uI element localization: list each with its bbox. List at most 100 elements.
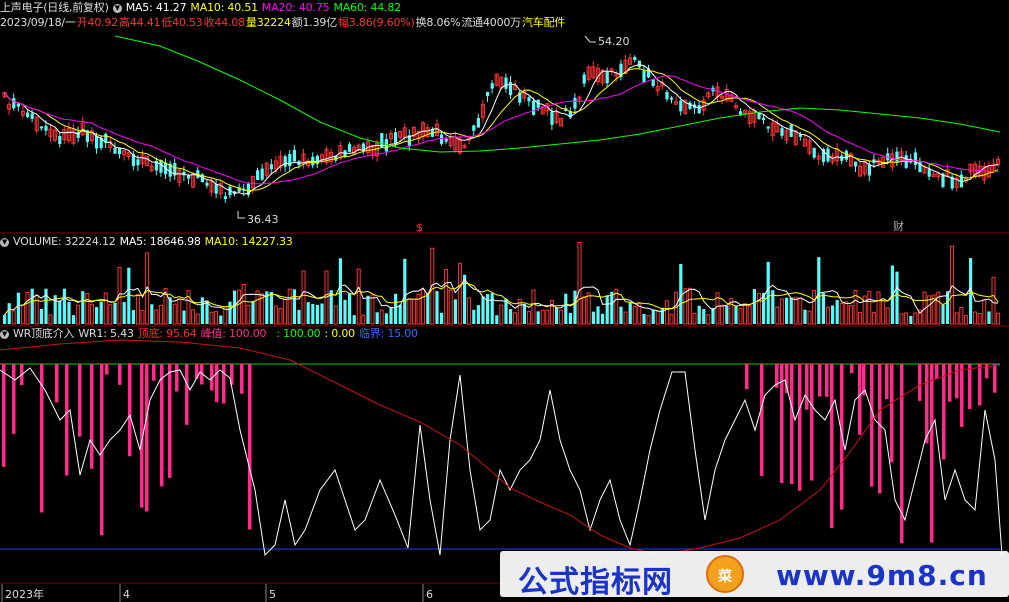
volume-bar-up — [825, 306, 830, 325]
volume-bar-up — [255, 290, 260, 325]
candle-body-down — [12, 98, 16, 109]
wr-signal-bar — [935, 364, 939, 379]
wr-signal-bar — [925, 364, 929, 444]
volume-bar-up — [361, 314, 366, 325]
volume-bar-up — [793, 296, 798, 325]
watermark-logo-icon: 菜 — [706, 555, 744, 593]
ma20-label: MA20: 40.75 — [261, 1, 330, 14]
wr-signal-bar — [810, 364, 814, 481]
volume-bar-up — [540, 309, 545, 325]
volume-bar-up — [706, 314, 711, 325]
x-axis-label: 6 — [426, 588, 433, 601]
volume-bar-up — [655, 311, 660, 325]
wr-signal-bar — [825, 364, 829, 397]
volume-bar-up — [996, 312, 1001, 325]
volume-bar-up — [467, 297, 472, 325]
critical-label: 临界: 15.00 — [358, 327, 418, 340]
volume-bar-up — [241, 283, 246, 325]
candle-body-down — [256, 170, 260, 181]
candle-body-down — [205, 182, 209, 186]
peak-label: 峰值: 100.00 — [200, 327, 267, 340]
volume-bar-down — [679, 263, 683, 324]
volume-bar-up — [867, 290, 872, 325]
volume-bar-down — [435, 291, 439, 324]
quote-turnover: 换8.06% — [415, 16, 461, 29]
volume-header: ▼ VOLUME: 32224.12 MA5: 18646.98 MA10: 1422… — [0, 235, 297, 249]
wr-header: ▼ WR顶底介入 WR1: 5.43 顶底: 95.64 峰值: 100.00: 100… — [0, 327, 422, 341]
x-axis-label: 5 — [269, 588, 276, 601]
wr-title: WR顶底介入 — [13, 327, 75, 340]
volume-bar-down — [426, 292, 430, 324]
volume-bar-up — [273, 305, 278, 325]
wr-signal-bar — [2, 364, 6, 467]
volume-bar-down — [315, 304, 319, 324]
volume-bar-up — [775, 306, 780, 325]
candle-body-down — [670, 97, 674, 100]
wr-signal-bar — [790, 364, 794, 485]
stock-chart[interactable]: 2023年 4 5 6 54.20 36.43 $ 财 — [0, 0, 1009, 602]
volume-bar-up — [370, 294, 375, 325]
volume-bar-down — [573, 290, 577, 324]
volume-bar-down — [734, 306, 738, 324]
candle-body-down — [95, 135, 99, 149]
volume-bar-down — [99, 302, 103, 324]
volume-bar-down — [343, 299, 347, 324]
wr-signal-bar — [12, 364, 16, 434]
volume-bar-down — [803, 309, 807, 324]
volume-bar-down — [297, 309, 301, 324]
volume-bar-down — [785, 297, 789, 324]
volume-bar-up — [812, 289, 817, 325]
volume-bar-up — [738, 307, 743, 325]
volume-bar-down — [62, 288, 66, 324]
volume-bar-up — [577, 241, 582, 325]
wr-signal-bar — [885, 364, 889, 400]
collapse-icon[interactable]: ▼ — [0, 329, 9, 339]
wr-signal-bar — [955, 364, 959, 399]
volume-bar-up — [191, 309, 196, 325]
volume-bar-down — [490, 293, 494, 324]
volume-bar-down — [601, 313, 605, 324]
volume-bar-up — [333, 305, 338, 325]
v0-label: : 0.00 — [324, 327, 355, 340]
volume-bar-up — [209, 311, 214, 325]
volume-bar-up — [356, 268, 361, 325]
candle-body-down — [582, 74, 586, 84]
volume-bar-up — [177, 298, 182, 325]
wr-signal-bar — [118, 364, 122, 385]
candle-body-down — [394, 132, 398, 144]
volume-bar-down — [403, 258, 407, 324]
wr-signal-bar — [978, 364, 982, 406]
candle-body-down — [260, 168, 264, 180]
marker-cai: 财 — [893, 219, 904, 233]
wr-signal-bar — [830, 364, 834, 529]
low-label-leader — [237, 211, 245, 219]
volume-bar-down — [131, 310, 135, 324]
quote-sector: 汽车配件 — [521, 16, 566, 29]
volume-bar-down — [306, 302, 310, 324]
candle-body-down — [895, 151, 899, 162]
candle-body-down — [927, 169, 931, 177]
volume-bar-down — [509, 309, 513, 324]
collapse-icon[interactable]: ▼ — [112, 3, 122, 13]
volume-bar-up — [977, 313, 982, 325]
volume-pane — [3, 241, 1001, 325]
volume-bar-up — [85, 293, 90, 325]
wr-signal-bar — [918, 364, 922, 401]
x-axis-label: 2023年 — [5, 587, 44, 601]
candle-body-down — [573, 97, 577, 109]
volume-bar-down — [522, 304, 526, 324]
volume-bar-up — [582, 296, 587, 325]
volume-bar-up — [614, 288, 619, 325]
wr-signal-bar — [745, 364, 749, 390]
volume-bar-up — [848, 305, 853, 325]
volume-bar-up — [747, 305, 752, 325]
volume-bar-down — [384, 313, 388, 324]
volume-bar-up — [172, 303, 177, 325]
wr-signal-bar — [55, 364, 59, 403]
ma5-label: MA5: 41.27 — [125, 1, 187, 14]
volume-bar-down — [251, 300, 255, 324]
volume-bar-down — [628, 302, 632, 324]
ma60-line — [114, 35, 1001, 153]
volume-bar-up — [89, 303, 94, 325]
collapse-icon[interactable]: ▼ — [0, 237, 9, 247]
